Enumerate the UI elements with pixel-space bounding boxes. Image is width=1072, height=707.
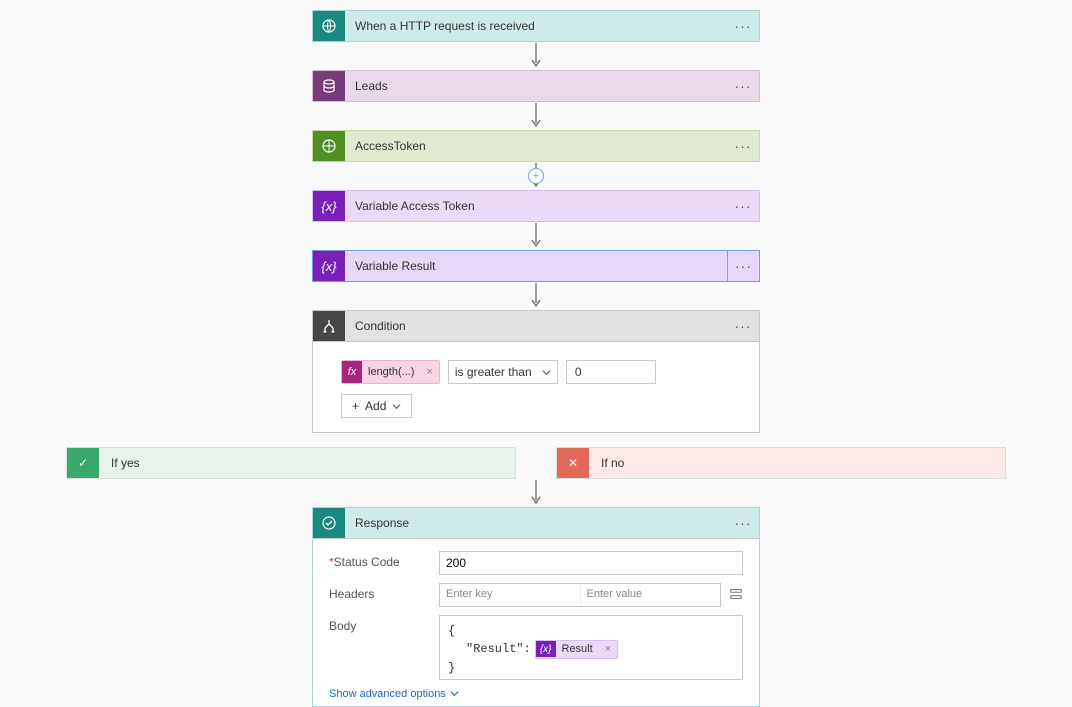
http-icon [313,11,345,41]
body-line-content: "Result": {x} Result × [448,640,734,659]
headers-row: Headers Enter key Enter value [329,583,743,607]
condition-value-input[interactable]: 0 [566,360,656,384]
globe-icon [313,131,345,161]
step-menu-button[interactable]: ··· [727,508,759,538]
step-menu-button[interactable]: ··· [727,131,759,161]
chevron-down-icon [392,402,401,411]
step-variable-result[interactable]: {x} Variable Result ··· [312,250,760,282]
flow-canvas: When a HTTP request is received ··· Lead… [0,0,1072,707]
branch-if-yes[interactable]: ✓ If yes [66,447,516,479]
step-title: Response [345,508,727,538]
condition-branches: ✓ If yes ✕ If no [66,447,1006,479]
step-title: AccessToken [345,131,727,161]
condition-row: fx length(...) × is greater than 0 [341,360,731,384]
step-menu-button[interactable]: ··· [727,11,759,41]
add-step-button[interactable]: + [528,168,544,184]
step-menu-button[interactable]: ··· [727,311,759,341]
step-title: Condition [345,311,727,341]
headers-text-mode-button[interactable] [729,587,743,604]
branch-if-no[interactable]: ✕ If no [556,447,1006,479]
condition-operator-dropdown[interactable]: is greater than [448,360,558,384]
status-code-row: *Status Code [329,551,743,575]
branch-label: If no [589,448,636,478]
headers-label: Headers [329,583,439,601]
step-title: When a HTTP request is received [345,11,727,41]
step-http-request[interactable]: When a HTTP request is received ··· [312,10,760,42]
response-header[interactable]: Response ··· [313,508,759,538]
condition-add-button[interactable]: + Add [341,394,412,418]
response-icon [313,508,345,538]
step-condition: Condition ··· fx length(...) × is greate… [312,310,760,433]
connector-arrow [530,282,542,310]
branch-label: If yes [99,448,152,478]
step-title: Variable Access Token [345,191,727,221]
fx-icon: fx [342,361,362,383]
connector-arrow-with-add: + [530,162,542,190]
condition-value-text: 0 [575,365,582,379]
connector-arrow [530,102,542,130]
body-result-token[interactable]: {x} Result × [535,640,618,659]
step-menu-button[interactable]: ··· [727,191,759,221]
database-icon [313,71,345,101]
remove-token-button[interactable]: × [599,641,617,658]
step-variable-access-token[interactable]: {x} Variable Access Token ··· [312,190,760,222]
header-value-placeholder: Enter value [581,584,721,606]
chevron-down-icon [450,689,459,698]
variable-icon: {x} [536,641,556,657]
add-label: Add [365,399,386,413]
condition-header[interactable]: Condition ··· [313,311,759,341]
token-text: Result [556,641,599,658]
header-key-placeholder: Enter key [440,584,581,606]
connector-arrow [530,222,542,250]
expression-text: length(...) [362,366,420,378]
variable-icon: {x} [313,191,345,221]
connector-arrow [530,479,542,507]
body-line-close: } [448,659,734,677]
step-response: Response ··· *Status Code Headers Enter … [312,507,760,707]
cross-icon: ✕ [557,448,589,478]
operator-value: is greater than [455,365,532,379]
condition-expression-token[interactable]: fx length(...) × [341,360,440,384]
variable-icon: {x} [313,251,345,281]
chevron-down-icon [542,368,551,377]
step-title: Variable Result [345,251,727,281]
body-row: Body { "Result": {x} Result × } [329,615,743,680]
remove-token-button[interactable]: × [420,366,438,378]
body-key-text: "Result": [466,640,531,658]
connector-arrow [530,42,542,70]
body-input[interactable]: { "Result": {x} Result × } [439,615,743,680]
step-title: Leads [345,71,727,101]
step-menu-button[interactable]: ··· [727,251,759,281]
condition-icon [313,311,345,341]
headers-kv-input[interactable]: Enter key Enter value [439,583,721,607]
body-label: Body [329,615,439,633]
plus-icon: + [352,399,359,413]
check-icon: ✓ [67,448,99,478]
step-accesstoken[interactable]: AccessToken ··· [312,130,760,162]
status-code-input[interactable] [439,551,743,575]
body-line-open: { [448,622,734,640]
condition-body: fx length(...) × is greater than 0 + Add [313,341,759,432]
step-menu-button[interactable]: ··· [727,71,759,101]
response-body: *Status Code Headers Enter key Enter val… [313,538,759,706]
status-code-label: *Status Code [329,551,439,569]
step-leads[interactable]: Leads ··· [312,70,760,102]
